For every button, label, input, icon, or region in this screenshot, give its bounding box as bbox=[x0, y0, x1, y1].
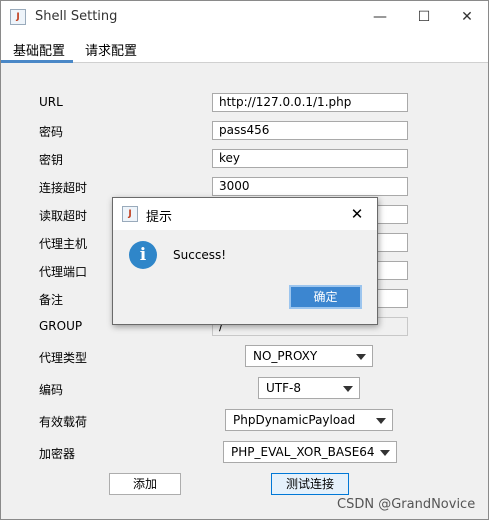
maximize-button[interactable]: ☐ bbox=[402, 1, 446, 33]
remark-label: 备注 bbox=[39, 293, 64, 307]
proxy-type-label: 代理类型 bbox=[39, 351, 88, 365]
java-icon: J bbox=[122, 206, 138, 222]
shell-setting-window: J Shell Setting — ☐ ✕ 基础配置 请求配置 URL http… bbox=[0, 0, 489, 520]
tab-basic-config[interactable]: 基础配置 bbox=[13, 40, 65, 59]
payload-value: PhpDynamicPayload bbox=[233, 413, 356, 427]
key-field[interactable]: key bbox=[212, 149, 408, 168]
close-button[interactable]: ✕ bbox=[445, 1, 489, 33]
url-label: URL bbox=[39, 95, 63, 109]
window-title: Shell Setting bbox=[35, 9, 118, 24]
encoding-select[interactable]: UTF-8 bbox=[258, 377, 360, 399]
dialog-body: i Success! 确定 bbox=[113, 230, 377, 324]
title-bar: J Shell Setting — ☐ ✕ bbox=[1, 1, 488, 33]
url-field[interactable]: http://127.0.0.1/1.php bbox=[212, 93, 408, 112]
chevron-down-icon bbox=[356, 354, 366, 360]
proxy-port-label: 代理端口 bbox=[39, 265, 88, 279]
dialog-message: Success! bbox=[173, 248, 227, 262]
dialog-close-button[interactable]: ✕ bbox=[338, 198, 376, 230]
java-icon: J bbox=[10, 9, 26, 25]
read-timeout-label: 读取超时 bbox=[39, 209, 88, 223]
encryptor-select[interactable]: PHP_EVAL_XOR_BASE64 bbox=[223, 441, 397, 463]
minimize-button[interactable]: — bbox=[358, 1, 402, 33]
chevron-down-icon bbox=[380, 450, 390, 456]
chevron-down-icon bbox=[343, 386, 353, 392]
connect-timeout-label: 连接超时 bbox=[39, 181, 88, 195]
ok-button[interactable]: 确定 bbox=[289, 285, 362, 309]
encryptor-label: 加密器 bbox=[39, 447, 76, 461]
password-field[interactable]: pass456 bbox=[212, 121, 408, 140]
proxy-host-label: 代理主机 bbox=[39, 237, 88, 251]
group-label: GROUP bbox=[39, 319, 83, 333]
dialog-title-bar: J 提示 ✕ bbox=[113, 198, 377, 230]
proxy-type-value: NO_PROXY bbox=[253, 349, 318, 363]
message-dialog: J 提示 ✕ i Success! 确定 bbox=[112, 197, 378, 325]
payload-label: 有效载荷 bbox=[39, 415, 88, 429]
watermark: CSDN @GrandNovice bbox=[337, 497, 476, 512]
tab-bar: 基础配置 请求配置 bbox=[1, 33, 488, 63]
dialog-title: 提示 bbox=[146, 210, 173, 225]
active-tab-indicator bbox=[1, 60, 73, 63]
key-label: 密钥 bbox=[39, 153, 64, 167]
payload-select[interactable]: PhpDynamicPayload bbox=[225, 409, 393, 431]
encryptor-value: PHP_EVAL_XOR_BASE64 bbox=[231, 445, 375, 459]
password-label: 密码 bbox=[39, 125, 64, 139]
encoding-value: UTF-8 bbox=[266, 381, 301, 395]
tab-request-config[interactable]: 请求配置 bbox=[85, 40, 137, 59]
add-button[interactable]: 添加 bbox=[109, 473, 181, 495]
connect-timeout-field[interactable]: 3000 bbox=[212, 177, 408, 196]
encoding-label: 编码 bbox=[39, 383, 64, 397]
test-connection-button[interactable]: 测试连接 bbox=[271, 473, 349, 495]
chevron-down-icon bbox=[376, 418, 386, 424]
info-icon: i bbox=[129, 241, 157, 269]
proxy-type-select[interactable]: NO_PROXY bbox=[245, 345, 373, 367]
